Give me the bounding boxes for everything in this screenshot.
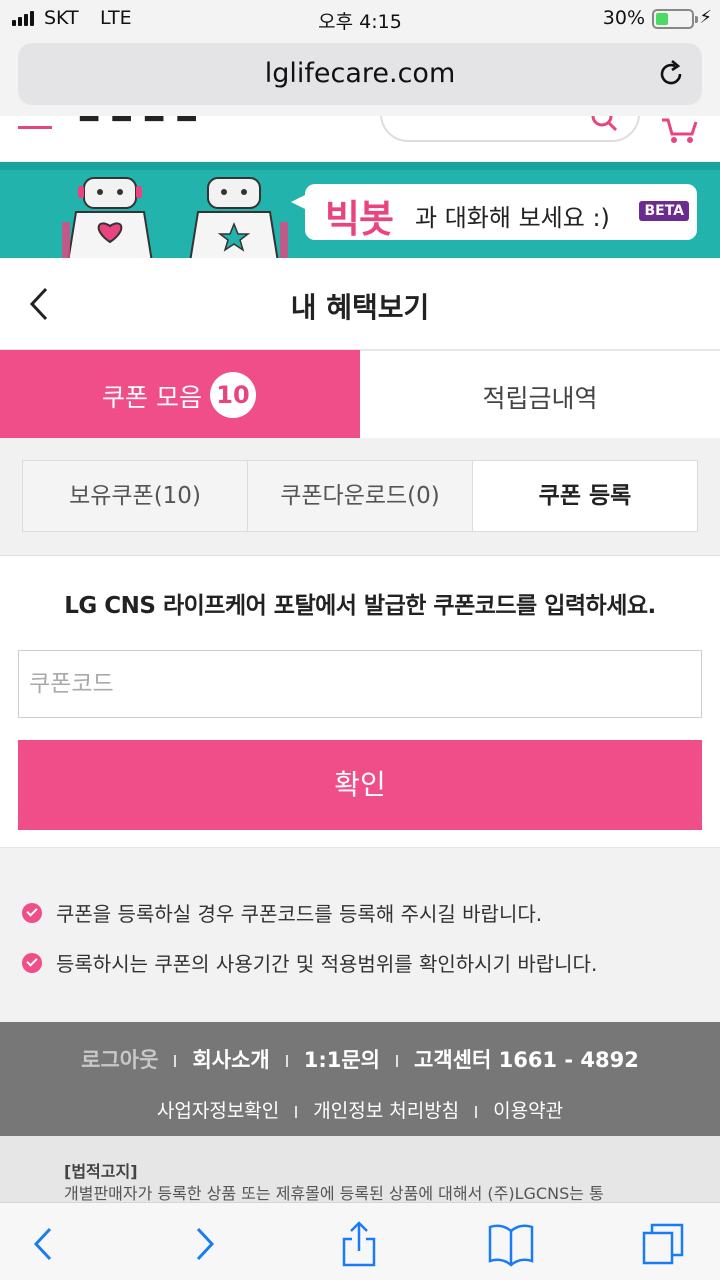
robot-heart-icon xyxy=(62,177,153,258)
legal-text: 개별판매자가 등록한 상품 또는 제휴몰에 등록된 상품에 대해서 (주)LGC… xyxy=(64,1184,604,1202)
menu-icon[interactable] xyxy=(18,126,52,129)
page-title: 내 혜택보기 xyxy=(290,291,430,324)
notice-list: 쿠폰을 등록하실 경우 쿠폰코드를 등록해 주시길 바랍니다. 등록하시는 쿠폰… xyxy=(0,848,720,1022)
coupon-code-input[interactable] xyxy=(18,650,702,718)
site-search-box[interactable] xyxy=(380,116,640,142)
beta-badge: BETA xyxy=(639,201,689,221)
main-tabs: 쿠폰 모음 10 적립금내역 xyxy=(0,350,720,452)
browser-back-icon[interactable] xyxy=(22,1221,68,1267)
browser-toolbar xyxy=(0,1202,720,1280)
tab-coupons[interactable]: 쿠폰 모음 10 xyxy=(0,350,360,452)
tab-points-label: 적립금내역 xyxy=(482,384,598,413)
search-icon[interactable] xyxy=(590,116,620,138)
legal-title: [법적고지] xyxy=(64,1162,138,1181)
register-instruction: LG CNS 라이프케어 포탈에서 발급한 쿠폰코드를 입력하세요. xyxy=(64,593,656,619)
business-info-link[interactable]: 사업자정보확인 xyxy=(157,1100,279,1122)
status-bar: SKT LTE 오후 4:15 30% ⚡ xyxy=(0,0,720,40)
coupon-count-badge: 10 xyxy=(210,372,256,418)
subtab-owned-coupons[interactable]: 보유쿠폰(10) xyxy=(23,461,248,531)
charging-icon: ⚡ xyxy=(699,7,712,28)
footer-primary-links: 로그아웃 회사소개 1:1문의 고객센터 1661 - 4892 xyxy=(0,1044,720,1074)
notice-text: 쿠폰을 등록하실 경우 쿠폰코드를 등록해 주시길 바랍니다. xyxy=(56,902,543,926)
notice-item: 쿠폰을 등록하실 경우 쿠폰코드를 등록해 주시길 바랍니다. xyxy=(22,898,542,927)
robot-star-icon xyxy=(189,177,288,258)
footer-secondary-links: 사업자정보확인 개인정보 처리방침 이용약관 xyxy=(0,1096,720,1123)
site-header: ━ ━ ━ ━ xyxy=(0,116,720,162)
chatbot-banner[interactable]: 빅봇 과 대화해 보세요 :) BETA xyxy=(0,162,720,258)
chatbot-message: 과 대화해 보세요 :) xyxy=(415,204,610,232)
tabs-icon[interactable] xyxy=(640,1221,686,1267)
confirm-button[interactable]: 확인 xyxy=(18,740,702,830)
footer: 로그아웃 회사소개 1:1문의 고객센터 1661 - 4892 사업자정보확인 개인정… xyxy=(0,1022,720,1136)
subtab-coupon-download[interactable]: 쿠폰다운로드(0) xyxy=(248,461,473,531)
cart-icon[interactable] xyxy=(660,116,700,146)
chatbot-brand: 빅봇 xyxy=(325,197,394,241)
url-text[interactable]: lglifecare.com xyxy=(18,58,702,89)
reload-icon[interactable] xyxy=(656,59,686,89)
site-logo[interactable]: ━ ━ ━ ━ xyxy=(80,116,198,137)
browser-forward-icon[interactable] xyxy=(180,1221,226,1267)
coupon-register-section: LG CNS 라이프케어 포탈에서 발급한 쿠폰코드를 입력하세요. 확인 xyxy=(0,556,720,848)
tab-coupons-label: 쿠폰 모음 xyxy=(102,383,202,412)
address-bar[interactable]: lglifecare.com xyxy=(18,43,702,105)
subtab-area: 보유쿠폰(10) 쿠폰다운로드(0) 쿠폰 등록 xyxy=(0,438,720,556)
notice-item: 등록하시는 쿠폰의 사용기간 및 적용범위를 확인하시기 바랍니다. xyxy=(22,948,597,977)
customer-center[interactable]: 고객센터 1661 - 4892 xyxy=(414,1048,639,1072)
battery-icon xyxy=(652,9,698,29)
notice-text: 등록하시는 쿠폰의 사용기간 및 적용범위를 확인하시기 바랍니다. xyxy=(56,952,598,976)
tab-points[interactable]: 적립금내역 xyxy=(360,350,720,438)
inquiry-link[interactable]: 1:1문의 xyxy=(304,1048,380,1072)
subtab-coupon-register[interactable]: 쿠폰 등록 xyxy=(473,461,697,531)
share-icon[interactable] xyxy=(336,1221,382,1267)
legal-notice: [법적고지] 개별판매자가 등록한 상품 또는 제휴몰에 등록된 상품에 대해서… xyxy=(0,1136,720,1202)
battery-percent: 30% xyxy=(602,7,645,29)
subtabs: 보유쿠폰(10) 쿠폰다운로드(0) 쿠폰 등록 xyxy=(22,460,698,532)
check-icon xyxy=(22,902,42,923)
privacy-link[interactable]: 개인정보 처리방침 xyxy=(313,1100,459,1122)
check-icon xyxy=(22,952,42,973)
chatbot-speech-bubble: 빅봇 과 대화해 보세요 :) BETA xyxy=(291,184,697,241)
page-title-bar: 내 혜택보기 xyxy=(0,258,720,350)
logout-link[interactable]: 로그아웃 xyxy=(81,1048,158,1072)
bookmarks-icon[interactable] xyxy=(488,1221,534,1267)
browser-address-area: lglifecare.com xyxy=(0,40,720,116)
terms-link[interactable]: 이용약관 xyxy=(493,1100,563,1122)
company-link[interactable]: 회사소개 xyxy=(192,1048,269,1072)
